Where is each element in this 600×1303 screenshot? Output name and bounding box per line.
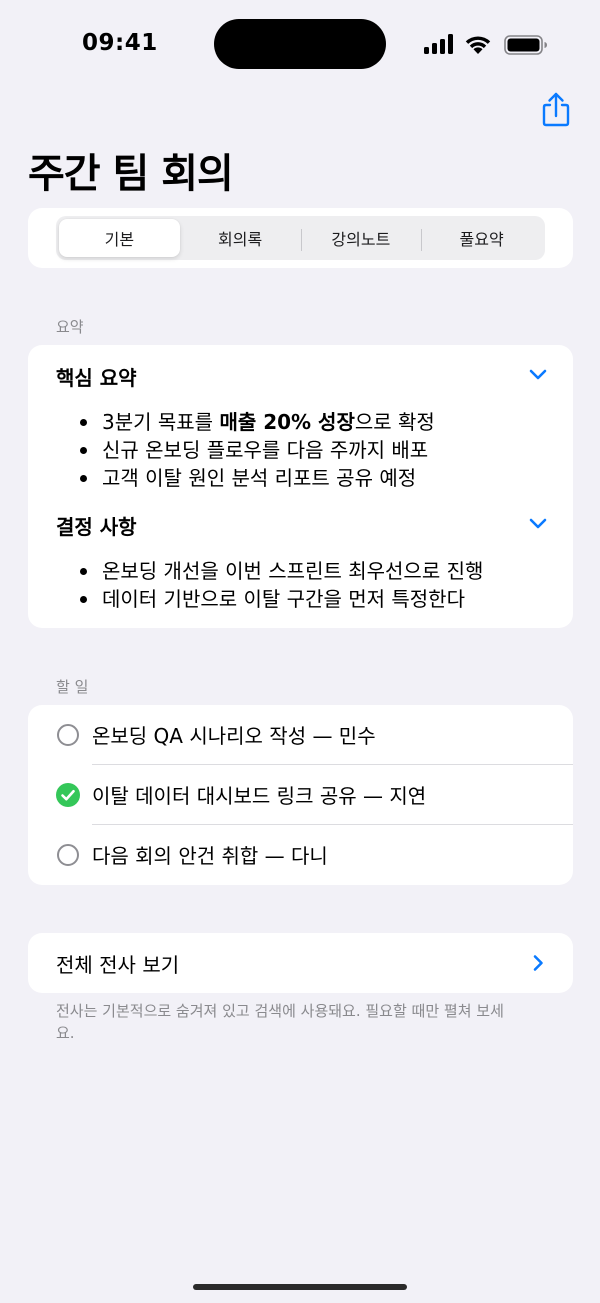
todo-text: 다음 회의 안건 취합 — 다니 [92,844,328,868]
status-icons [424,34,554,56]
chevron-down-icon[interactable] [528,368,548,382]
key-summary-heading: 핵심 요약 [56,366,137,390]
wifi-icon [465,36,491,54]
chevron-down-icon[interactable] [528,517,548,531]
segment-card: 기본 회의록 강의노트 풀요약 [28,208,573,268]
todo-item[interactable]: 다음 회의 안건 취합 — 다니 [28,825,573,885]
status-bar: 09:41 [0,0,600,92]
share-icon [542,92,570,127]
battery-icon [504,35,547,55]
key-summary-list: 3분기 목표를 매출 20% 성장으로 확정 신규 온보딩 플로우를 다음 주까… [80,408,435,492]
tab-label: 회의록 [218,230,263,249]
tab-lecture-notes[interactable]: 강의노트 [300,219,422,257]
segment-divider [300,229,302,251]
todo-text: 온보딩 QA 시나리오 작성 — 민수 [92,724,376,748]
show-transcript-label: 전체 전사 보기 [56,953,180,977]
tab-label: 기본 [104,230,135,249]
list-item: 온보딩 개선을 이번 스프린트 최우선으로 진행 [80,557,483,585]
decisions-heading: 결정 사항 [56,515,137,539]
list-item: 고객 이탈 원인 분석 리포트 공유 예정 [80,464,435,492]
show-transcript-row[interactable]: 전체 전사 보기 [28,933,573,993]
tab-minutes[interactable]: 회의록 [180,219,301,257]
dynamic-island [214,19,386,69]
summary-card: 핵심 요약 3분기 목표를 매출 20% 성장으로 확정 신규 온보딩 플로우를… [28,345,573,628]
todo-item[interactable]: 이탈 데이터 대시보드 링크 공유 — 지연 [28,765,573,825]
home-indicator[interactable] [193,1284,407,1290]
list-item: 데이터 기반으로 이탈 구간을 먼저 특정한다 [80,585,483,613]
segment-divider [421,229,423,251]
tab-label: 강의노트 [331,230,391,249]
list-item: 신규 온보딩 플로우를 다음 주까지 배포 [80,436,435,464]
unchecked-circle-icon[interactable] [57,724,79,746]
decisions-list: 온보딩 개선을 이번 스프린트 최우선으로 진행 데이터 기반으로 이탈 구간을… [80,557,483,613]
todo-item[interactable]: 온보딩 QA 시나리오 작성 — 민수 [28,705,573,765]
tab-label: 풀요약 [459,230,504,249]
transcript-footnote: 전사는 기본적으로 숨겨져 있고 검색에 사용돼요. 필요할 때만 펼쳐 보세요… [56,1002,504,1042]
list-item: 3분기 목표를 매출 20% 성장으로 확정 [80,408,435,436]
chevron-right-icon [533,955,543,971]
checkmark-circle-icon[interactable] [56,783,80,807]
unchecked-circle-icon[interactable] [57,844,79,866]
segmented-control: 기본 회의록 강의노트 풀요약 [56,216,545,260]
todo-section-label: 할 일 [56,678,89,696]
status-time: 09:41 [82,30,158,56]
tab-basic[interactable]: 기본 [59,219,180,257]
page-title: 주간 팀 회의 [28,151,234,197]
todo-card: 온보딩 QA 시나리오 작성 — 민수 이탈 데이터 대시보드 링크 공유 — … [28,705,573,885]
cellular-signal-icon [424,34,456,54]
tab-full-summary[interactable]: 풀요약 [421,219,542,257]
summary-section-label: 요약 [56,318,84,336]
todo-text: 이탈 데이터 대시보드 링크 공유 — 지연 [92,784,427,808]
share-button[interactable] [538,90,574,130]
